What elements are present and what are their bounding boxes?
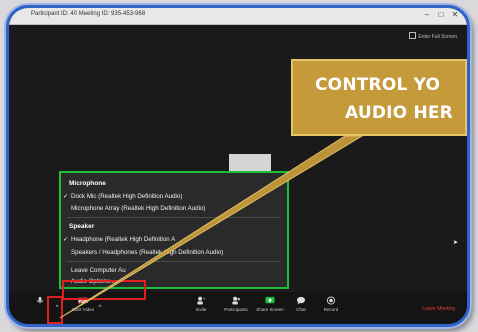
chat-label: Chat bbox=[296, 307, 306, 312]
minimize-icon[interactable]: – bbox=[421, 10, 433, 20]
callout-line-1: CONTROL YO bbox=[315, 75, 441, 95]
enter-fullscreen-button[interactable]: Enter Full Screen bbox=[409, 32, 457, 40]
mic-option-label: Dock Mic (Realtek High Definition Audio) bbox=[71, 193, 183, 200]
start-video-label: Start Video bbox=[71, 307, 95, 312]
mute-button[interactable] bbox=[33, 296, 47, 305]
audio-options-highlight bbox=[62, 280, 146, 300]
fullscreen-icon bbox=[409, 32, 417, 39]
chevron-up-icon: ^ bbox=[98, 305, 102, 311]
microphone-header: Microphone bbox=[69, 180, 106, 187]
checkmark-icon: ✓ bbox=[63, 237, 69, 243]
participants-button[interactable]: Participants bbox=[219, 296, 253, 312]
chat-button[interactable]: Chat bbox=[293, 296, 309, 312]
svg-text:+: + bbox=[203, 297, 206, 302]
participants-icon bbox=[232, 296, 241, 305]
fullscreen-label: Enter Full Screen bbox=[418, 34, 457, 40]
caret-highlight bbox=[47, 296, 63, 324]
share-screen-icon bbox=[265, 296, 275, 304]
checkmark-icon: ✓ bbox=[63, 194, 69, 200]
leave-computer-audio-item[interactable]: Leave Computer Au bbox=[71, 267, 126, 274]
zoom-window: Participant ID: 40 Meeting ID: 935-453-9… bbox=[6, 5, 470, 327]
microphone-icon bbox=[36, 296, 44, 303]
speaker-option-headphone[interactable]: ✓ Headphone (Realtek High Definition A bbox=[63, 236, 176, 243]
speaker-option-label: Headphone (Realtek High Definition A bbox=[71, 236, 176, 243]
leave-meeting-button[interactable]: Leave Meeting bbox=[422, 306, 455, 312]
speaker-option-speakers[interactable]: Speakers / Headphones (Realtek High Defi… bbox=[71, 249, 223, 256]
record-icon bbox=[326, 296, 336, 305]
record-label: Record bbox=[323, 307, 339, 312]
chat-icon bbox=[296, 296, 306, 305]
share-screen-button[interactable]: Share Screen bbox=[255, 296, 285, 312]
window-title: Participant ID: 40 Meeting ID: 935-453-9… bbox=[31, 11, 146, 17]
mic-option-label: Microphone Array (Realtek High Definitio… bbox=[71, 205, 206, 212]
menu-divider bbox=[67, 217, 281, 218]
menu-divider bbox=[67, 261, 281, 262]
title-bar: Participant ID: 40 Meeting ID: 935-453-9… bbox=[9, 8, 467, 25]
maximize-icon[interactable]: □ bbox=[435, 10, 447, 20]
record-button[interactable]: Record bbox=[321, 296, 341, 312]
mouse-cursor-icon: ➤ bbox=[453, 240, 459, 246]
share-screen-label: Share Screen bbox=[256, 307, 284, 312]
mic-option-array[interactable]: Microphone Array (Realtek High Definitio… bbox=[71, 205, 205, 212]
participants-label: Participants bbox=[224, 307, 248, 312]
speaker-header: Speaker bbox=[69, 223, 95, 230]
invite-label: Invite bbox=[195, 307, 207, 312]
invite-icon: + bbox=[197, 297, 206, 305]
mic-option-dock[interactable]: ✓ Dock Mic (Realtek High Definition Audi… bbox=[63, 193, 183, 200]
audio-menu: Microphone ✓ Dock Mic (Realtek High Defi… bbox=[59, 171, 289, 289]
invite-button[interactable]: + Invite bbox=[191, 296, 211, 313]
callout-line-2: AUDIO HER bbox=[345, 103, 453, 123]
close-icon[interactable]: ✕ bbox=[449, 10, 461, 20]
callout-box: CONTROL YO AUDIO HER bbox=[291, 59, 467, 136]
speaker-option-label: Speakers / Headphones (Realtek High Defi… bbox=[71, 249, 224, 256]
